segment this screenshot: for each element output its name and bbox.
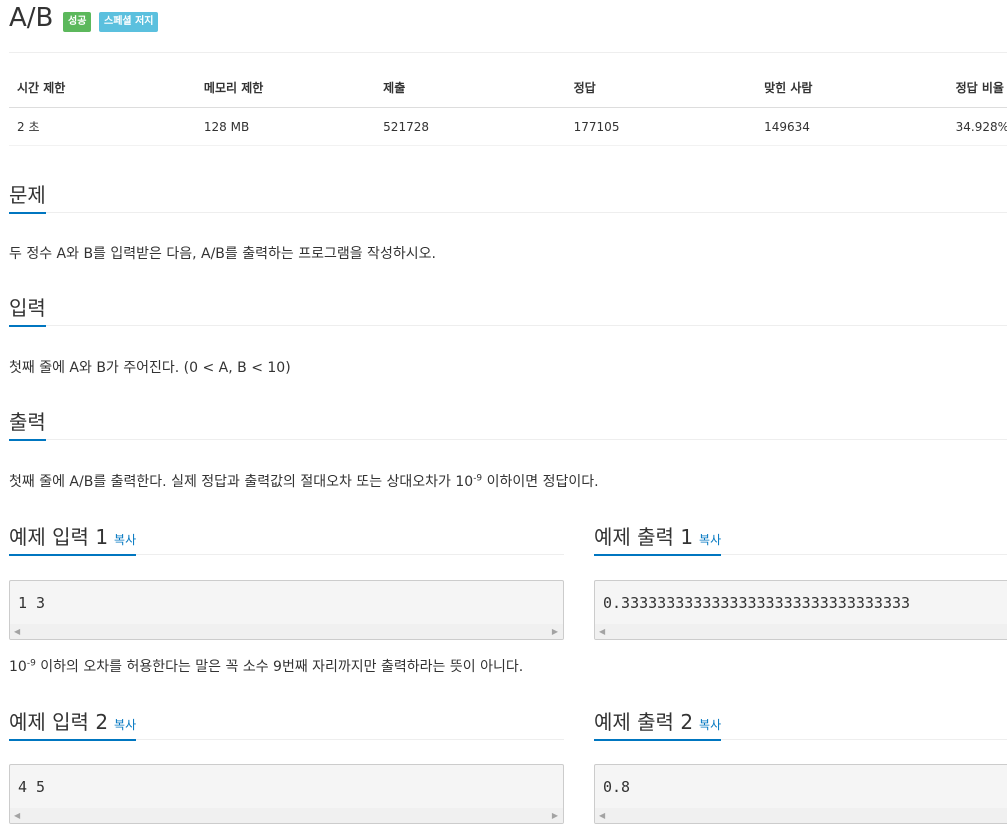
accept-ratio-value: 34.928% bbox=[947, 107, 1007, 146]
sample-input-1-header: 예제 입력 1 복사 bbox=[9, 518, 564, 556]
sample-output-1-header: 예제 출력 1 복사 bbox=[594, 518, 1007, 556]
description-text: 두 정수 A와 B를 입력받은 다음, A/B를 출력하는 프로그램을 작성하시… bbox=[9, 246, 436, 262]
output-title: 출력 bbox=[9, 406, 46, 441]
sample-output-2-box[interactable]: 0.8 ◀ bbox=[594, 764, 1007, 824]
header-accept-ratio: 정답 비율 bbox=[947, 68, 1007, 108]
status-badge-success: 성공 bbox=[63, 12, 92, 32]
sample-note-exponent: -9 bbox=[26, 658, 36, 669]
sample-input-2-scrollbar[interactable]: ◀ ▶ bbox=[10, 808, 563, 823]
sample-output-1-scrollbar[interactable]: ◀ bbox=[595, 624, 1007, 639]
input-title: 입력 bbox=[9, 292, 46, 327]
output-section-header: 출력 bbox=[9, 403, 1007, 441]
input-section-header: 입력 bbox=[9, 289, 1007, 327]
problem-header: A/B 성공 스페셜 저지 bbox=[9, 0, 1007, 53]
header-solved-users: 맞힌 사람 bbox=[756, 68, 948, 108]
sample-note-text: 10-9 이하의 오차를 허용한다는 말은 꼭 소수 9번째 자리까지만 출력하… bbox=[9, 656, 523, 676]
scroll-left-icon[interactable]: ◀ bbox=[14, 811, 20, 820]
solved-users-value: 149634 bbox=[756, 107, 948, 146]
sample-input-1-box[interactable]: 1 3 ◀ ▶ bbox=[9, 580, 564, 640]
memory-limit-value: 128 MB bbox=[195, 107, 376, 146]
accepted-value: 177105 bbox=[565, 107, 757, 146]
table-header-row: 시간 제한 메모리 제한 제출 정답 맞힌 사람 정답 비율 bbox=[9, 68, 1007, 108]
header-accepted: 정답 bbox=[565, 68, 757, 108]
sample-input-1-title-text: 예제 입력 1 bbox=[9, 525, 109, 549]
problem-page: A/B 성공 스페셜 저지 시간 제한 메모리 제한 제출 정답 맞힌 사람 정… bbox=[9, 0, 1007, 840]
description-section-header: 문제 bbox=[9, 176, 1007, 214]
scroll-left-icon[interactable]: ◀ bbox=[14, 627, 20, 636]
header-submissions: 제출 bbox=[375, 68, 566, 108]
sample-output-2-title: 예제 출력 2 복사 bbox=[594, 706, 722, 741]
time-limit-value: 2 초 bbox=[9, 107, 196, 146]
output-text-after: 이하이면 정답이다. bbox=[482, 474, 599, 490]
problem-info-table: 시간 제한 메모리 제한 제출 정답 맞힌 사람 정답 비율 2 초 128 M… bbox=[9, 68, 1007, 146]
sample-output-2-title-text: 예제 출력 2 bbox=[594, 710, 694, 734]
copy-sample-input-2-button[interactable]: 복사 bbox=[114, 718, 136, 732]
sample-input-1-code: 1 3 bbox=[18, 594, 46, 612]
sample-output-1-title: 예제 출력 1 복사 bbox=[594, 521, 722, 556]
scroll-right-icon[interactable]: ▶ bbox=[552, 811, 558, 820]
copy-sample-output-1-button[interactable]: 복사 bbox=[699, 533, 721, 547]
sample-input-1-scrollbar[interactable]: ◀ ▶ bbox=[10, 624, 563, 639]
problem-title: A/B bbox=[9, 3, 54, 33]
sample-output-2-code: 0.8 bbox=[603, 778, 631, 796]
input-text: 첫째 줄에 A와 B가 주어진다. (0 < A, B < 10) bbox=[9, 360, 291, 376]
sample-output-2-scrollbar[interactable]: ◀ bbox=[595, 808, 1007, 823]
description-title: 문제 bbox=[9, 179, 46, 214]
output-text-exponent: -9 bbox=[473, 473, 483, 484]
output-text-before: 첫째 줄에 A/B를 출력한다. 실제 정답과 출력값의 절대오차 또는 상대오… bbox=[9, 474, 474, 490]
header-memory-limit: 메모리 제한 bbox=[195, 68, 376, 108]
sample-input-2-title: 예제 입력 2 복사 bbox=[9, 706, 137, 741]
copy-sample-input-1-button[interactable]: 복사 bbox=[114, 533, 136, 547]
sample-note-after: 이하의 오차를 허용한다는 말은 꼭 소수 9번째 자리까지만 출력하라는 뜻이… bbox=[35, 659, 524, 675]
sample-output-1-title-text: 예제 출력 1 bbox=[594, 525, 694, 549]
sample-input-2-code: 4 5 bbox=[18, 778, 46, 796]
scroll-left-icon[interactable]: ◀ bbox=[599, 811, 605, 820]
output-text: 첫째 줄에 A/B를 출력한다. 실제 정답과 출력값의 절대오차 또는 상대오… bbox=[9, 471, 599, 491]
sample-output-2-header: 예제 출력 2 복사 bbox=[594, 703, 1007, 741]
copy-sample-output-2-button[interactable]: 복사 bbox=[699, 718, 721, 732]
status-badge-special-judge: 스페셜 저지 bbox=[99, 12, 159, 32]
scroll-right-icon[interactable]: ▶ bbox=[552, 627, 558, 636]
sample-input-2-box[interactable]: 4 5 ◀ ▶ bbox=[9, 764, 564, 824]
header-time-limit: 시간 제한 bbox=[9, 68, 196, 108]
scroll-left-icon[interactable]: ◀ bbox=[599, 627, 605, 636]
sample-input-2-header: 예제 입력 2 복사 bbox=[9, 703, 564, 741]
sample-output-1-code: 0.33333333333333333333333333333333 bbox=[603, 594, 911, 612]
sample-input-1-title: 예제 입력 1 복사 bbox=[9, 521, 137, 556]
sample-input-2-title-text: 예제 입력 2 bbox=[9, 710, 109, 734]
table-row: 2 초 128 MB 521728 177105 149634 34.928% bbox=[9, 107, 1007, 146]
submissions-value: 521728 bbox=[375, 107, 566, 146]
sample-output-1-box[interactable]: 0.33333333333333333333333333333333 ◀ bbox=[594, 580, 1007, 640]
sample-note-before: 10 bbox=[9, 659, 27, 675]
